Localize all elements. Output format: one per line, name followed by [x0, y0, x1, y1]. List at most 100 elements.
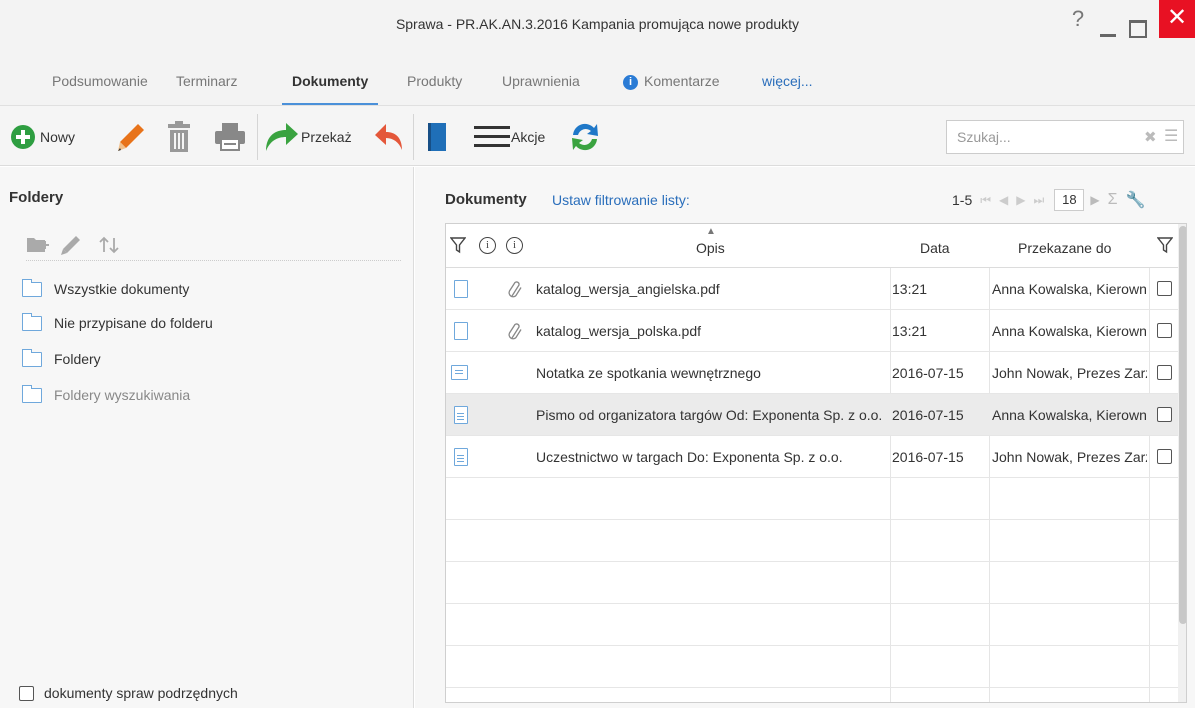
- letter-icon: [454, 448, 468, 466]
- subcases-option: dokumenty spraw podrzędnych: [19, 685, 238, 701]
- folder-label: Foldery: [54, 351, 101, 367]
- folders-panel: Foldery Wszystkie dokumenty Nie przypisa…: [0, 167, 414, 708]
- delete-button[interactable]: [166, 119, 192, 155]
- table-row[interactable]: Notatka ze spotkania wewnętrznego 2016-0…: [446, 352, 1178, 394]
- documents-panel: Dokumenty Ustaw filtrowanie listy: 1-5 ⏮…: [415, 167, 1195, 708]
- tab-terminarz[interactable]: Terminarz: [176, 73, 237, 89]
- folder-search-folders[interactable]: Foldery wyszukiwania: [22, 384, 190, 406]
- toolbar-separator: [413, 114, 414, 160]
- row-checkbox[interactable]: [1157, 449, 1172, 464]
- row-checkbox[interactable]: [1157, 323, 1172, 338]
- folder-icon: [22, 384, 42, 403]
- toolbar-separator: [257, 114, 258, 160]
- settings-wrench-icon[interactable]: 🔧: [1125, 190, 1145, 210]
- row-checkbox[interactable]: [1157, 281, 1172, 296]
- info-outline-icon[interactable]: i: [506, 237, 523, 254]
- refresh-icon: [572, 123, 598, 151]
- add-folder-icon[interactable]: [26, 234, 50, 254]
- attachment-icon: [508, 268, 524, 313]
- table-row[interactable]: katalog_wersja_polska.pdf 13:21 Anna Kow…: [446, 310, 1178, 352]
- note-icon: [451, 365, 468, 380]
- tab-more[interactable]: więcej...: [762, 73, 813, 89]
- print-button[interactable]: [214, 119, 246, 155]
- row-date: 13:21: [892, 323, 928, 339]
- column-header-desc[interactable]: Opis: [696, 240, 725, 256]
- table-row[interactable]: Uczestnictwo w targach Do: Exponenta Sp.…: [446, 436, 1178, 478]
- row-to: John Nowak, Prezes Zarządu: [992, 365, 1147, 381]
- folder-label: Nie przypisane do folderu: [54, 315, 213, 331]
- table-row[interactable]: Pismo od organizatora targów Od: Exponen…: [446, 394, 1178, 436]
- book-button[interactable]: [426, 119, 448, 155]
- tab-dokumenty[interactable]: Dokumenty: [281, 73, 379, 105]
- subcases-checkbox[interactable]: [19, 685, 34, 701]
- tab-uprawnienia[interactable]: Uprawnienia: [502, 73, 580, 89]
- minimize-icon[interactable]: [1098, 20, 1116, 38]
- printer-icon: [215, 123, 245, 151]
- refresh-button[interactable]: [568, 119, 602, 155]
- table-row[interactable]: katalog_wersja_angielska.pdf 13:21 Anna …: [446, 268, 1178, 310]
- table-header: i i ▲ Opis Data Przekazane do: [446, 224, 1186, 268]
- empty-row: [446, 646, 1178, 688]
- empty-row: [446, 478, 1178, 520]
- clear-search-icon[interactable]: ✖: [1144, 128, 1157, 146]
- attachment-icon: [508, 310, 524, 355]
- folder-icon: [22, 312, 42, 331]
- filter-icon[interactable]: [1157, 237, 1173, 254]
- column-header-to[interactable]: Przekazane do: [1018, 240, 1111, 256]
- new-button[interactable]: Nowy: [10, 119, 75, 155]
- sort-asc-icon: ▲: [706, 226, 716, 237]
- edit-button[interactable]: [116, 119, 146, 155]
- scrollbar-thumb[interactable]: [1179, 226, 1186, 624]
- search-input[interactable]: [947, 121, 1137, 153]
- info-outline-icon[interactable]: i: [479, 237, 496, 254]
- first-page-icon[interactable]: ⏮: [980, 193, 991, 208]
- search-options-icon[interactable]: ☰: [1164, 126, 1178, 146]
- subcases-label: dokumenty spraw podrzędnych: [44, 685, 238, 701]
- toolbar: Nowy Przekaż Akcje Szukaj... ✖ ☰: [0, 106, 1195, 166]
- row-to: John Nowak, Prezes Zarządu: [992, 449, 1147, 465]
- actions-button[interactable]: Akcje: [474, 119, 545, 155]
- folder-icon: [22, 278, 42, 297]
- page-size-arrow-icon[interactable]: ▶: [1090, 193, 1099, 207]
- pencil-icon[interactable]: [60, 234, 82, 256]
- folder-label: Foldery wyszukiwania: [54, 387, 191, 403]
- row-to: Anna Kowalska, Kierownik: [992, 407, 1147, 423]
- last-page-icon[interactable]: ⏭: [1034, 193, 1045, 208]
- title-bar: Sprawa - PR.AK.AN.3.2016 Kampania promuj…: [0, 0, 1195, 56]
- sum-icon[interactable]: Σ: [1108, 191, 1118, 209]
- row-to: Anna Kowalska, Kierownik: [992, 281, 1147, 297]
- refresh-folder-icon[interactable]: [98, 234, 120, 256]
- forward-button[interactable]: Przekaż: [264, 119, 352, 155]
- vertical-scrollbar[interactable]: [1178, 224, 1186, 702]
- search-box: ✖ ☰: [946, 120, 1184, 154]
- filter-link[interactable]: Ustaw filtrowanie listy:: [552, 192, 690, 208]
- column-header-date[interactable]: Data: [920, 240, 950, 256]
- folder-unassigned[interactable]: Nie przypisane do folderu: [22, 312, 213, 334]
- maximize-icon[interactable]: [1129, 20, 1147, 38]
- empty-row: [446, 562, 1178, 604]
- row-checkbox[interactable]: [1157, 365, 1172, 380]
- filter-icon[interactable]: [450, 237, 466, 254]
- next-page-icon[interactable]: ▶: [1016, 193, 1025, 207]
- row-desc: Notatka ze spotkania wewnętrznego: [536, 365, 761, 381]
- empty-row: [446, 520, 1178, 562]
- forward-arrow-icon: [266, 123, 298, 151]
- tab-podsumowanie[interactable]: Podsumowanie: [52, 73, 148, 89]
- help-icon[interactable]: ?: [1069, 6, 1087, 34]
- tab-komentarze-label: Komentarze: [644, 73, 720, 89]
- row-desc: katalog_wersja_angielska.pdf: [536, 281, 720, 297]
- row-checkbox[interactable]: [1157, 407, 1172, 422]
- folder-folders[interactable]: Foldery: [22, 348, 101, 370]
- tab-komentarze[interactable]: i Komentarze: [623, 73, 719, 90]
- reply-button[interactable]: [374, 119, 404, 155]
- prev-page-icon[interactable]: ◀: [999, 193, 1008, 207]
- documents-title: Dokumenty: [445, 191, 527, 208]
- row-date: 2016-07-15: [892, 407, 964, 423]
- trash-icon: [168, 121, 190, 152]
- folder-all-documents[interactable]: Wszystkie dokumenty: [22, 278, 189, 300]
- folder-tools: [26, 234, 401, 261]
- row-date: 13:21: [892, 281, 928, 297]
- close-icon[interactable]: ✕: [1159, 0, 1195, 38]
- page-size-input[interactable]: 18: [1054, 189, 1085, 211]
- tab-produkty[interactable]: Produkty: [407, 73, 462, 89]
